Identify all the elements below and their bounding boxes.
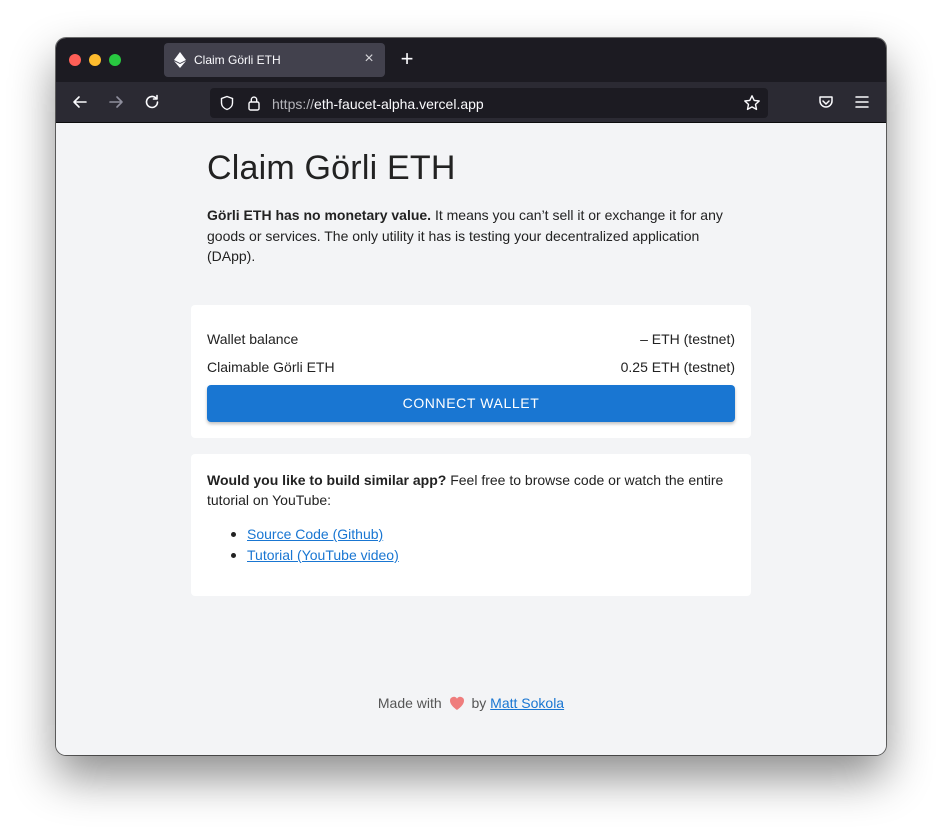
bullet bbox=[231, 532, 236, 537]
connect-wallet-button[interactable]: CONNECT WALLET bbox=[207, 385, 735, 422]
claimable-value: 0.25 ETH (testnet) bbox=[620, 359, 735, 375]
ethereum-icon bbox=[174, 52, 186, 68]
page-content: Claim Görli ETH Görli ETH has no monetar… bbox=[56, 123, 886, 755]
list-item: Source Code (Github) bbox=[231, 524, 399, 545]
pocket-icon[interactable] bbox=[816, 92, 836, 112]
zoom-window-button[interactable] bbox=[109, 54, 121, 66]
back-arrow-icon[interactable] bbox=[70, 92, 90, 112]
intro-paragraph: Görli ETH has no monetary value. It mean… bbox=[207, 205, 747, 267]
intro-bold: Görli ETH has no monetary value. bbox=[207, 207, 432, 223]
bullet bbox=[231, 553, 236, 558]
author-link[interactable]: Matt Sokola bbox=[490, 695, 564, 711]
reload-icon[interactable] bbox=[142, 92, 162, 112]
minimize-window-button[interactable] bbox=[89, 54, 101, 66]
source-code-link[interactable]: Source Code (Github) bbox=[247, 526, 383, 542]
browser-tab[interactable]: Claim Görli ETH × bbox=[164, 43, 385, 77]
url-text[interactable]: https://eth-faucet-alpha.vercel.app bbox=[272, 96, 484, 112]
list-item: Tutorial (YouTube video) bbox=[231, 545, 399, 566]
navigation-bar: https://eth-faucet-alpha.vercel.app bbox=[56, 82, 886, 123]
wallet-balance-value: – ETH (testnet) bbox=[640, 331, 735, 347]
page-title: Claim Görli ETH bbox=[207, 149, 456, 187]
claimable-label: Claimable Görli ETH bbox=[207, 359, 335, 375]
footer-by: by bbox=[471, 695, 487, 711]
build-paragraph: Would you like to build similar app? Fee… bbox=[207, 470, 727, 510]
tutorial-link[interactable]: Tutorial (YouTube video) bbox=[247, 547, 399, 563]
close-window-button[interactable] bbox=[69, 54, 81, 66]
title-bar: Claim Görli ETH × + bbox=[56, 38, 886, 82]
links-list: Source Code (Github) Tutorial (YouTube v… bbox=[231, 524, 399, 566]
address-bar[interactable]: https://eth-faucet-alpha.vercel.app bbox=[210, 88, 768, 118]
menu-icon[interactable] bbox=[852, 92, 872, 112]
wallet-card: Wallet balance – ETH (testnet) Claimable… bbox=[191, 305, 751, 438]
footer: Made with by Matt Sokola bbox=[56, 695, 886, 711]
forward-arrow-icon[interactable] bbox=[106, 92, 126, 112]
wallet-balance-label: Wallet balance bbox=[207, 331, 299, 347]
shield-icon[interactable] bbox=[219, 95, 235, 111]
heart-icon bbox=[449, 696, 464, 710]
build-card: Would you like to build similar app? Fee… bbox=[191, 454, 751, 596]
footer-made-with: Made with bbox=[377, 695, 442, 711]
star-icon[interactable] bbox=[743, 94, 761, 112]
close-icon[interactable]: × bbox=[361, 51, 377, 67]
url-scheme: https:// bbox=[272, 96, 315, 112]
build-question: Would you like to build similar app? bbox=[207, 472, 447, 488]
url-host: eth-faucet-alpha.vercel.app bbox=[314, 96, 484, 112]
tab-title: Claim Görli ETH bbox=[194, 53, 281, 67]
plus-icon[interactable]: + bbox=[398, 48, 416, 70]
browser-window: Claim Görli ETH × + https://eth-faucet-a… bbox=[56, 38, 886, 755]
lock-icon[interactable] bbox=[247, 95, 261, 111]
